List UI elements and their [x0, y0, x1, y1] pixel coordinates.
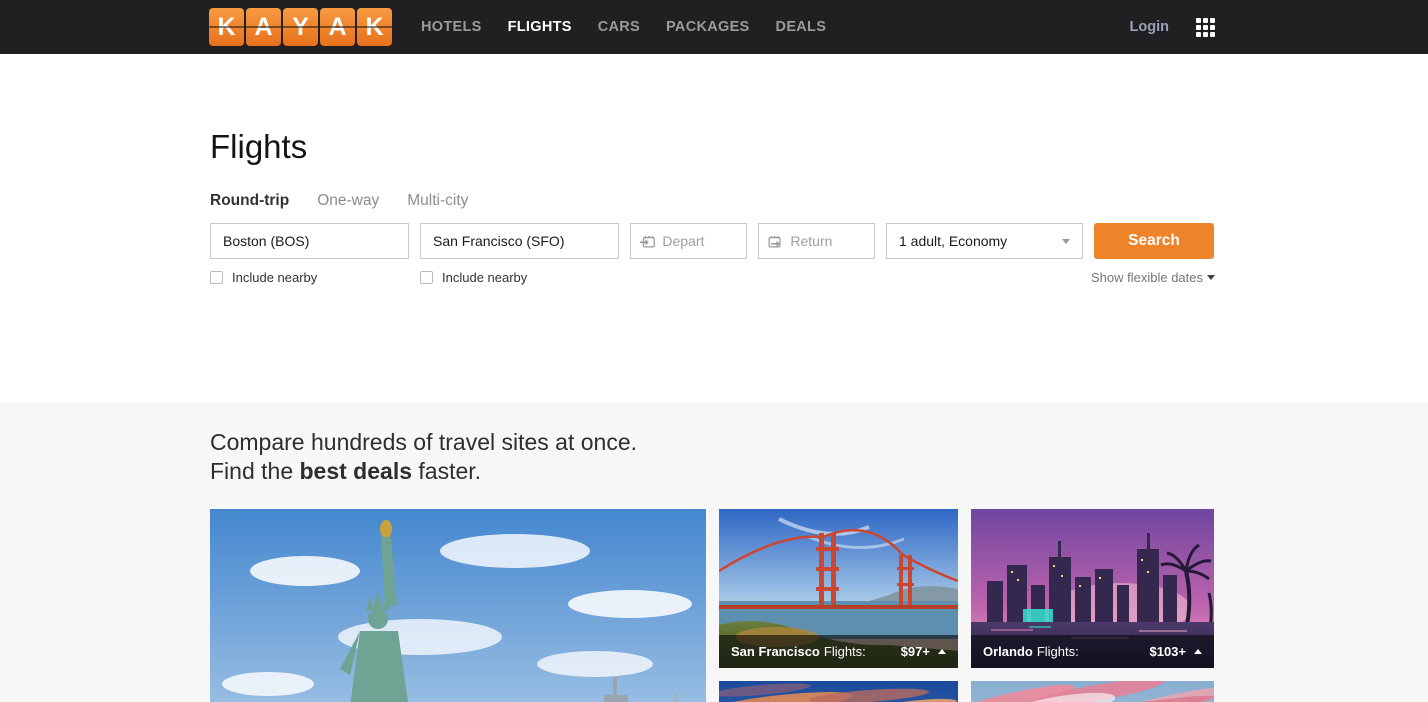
logo-letter-tile: A: [246, 8, 281, 46]
chevron-down-icon: [1062, 239, 1070, 244]
page-title: Flights: [210, 54, 1215, 166]
sunset-sky-photo: [719, 681, 958, 702]
return-date-input[interactable]: [790, 233, 865, 249]
nav-item-cars[interactable]: CARS: [598, 19, 640, 35]
primary-nav: HOTELS FLIGHTS CARS PACKAGES DEALS: [421, 19, 826, 35]
flight-search-section: Flights Round-trip One-way Multi-city: [0, 54, 1428, 403]
show-flexible-dates-link[interactable]: Show flexible dates: [1091, 270, 1215, 285]
login-button[interactable]: Login: [1130, 19, 1169, 35]
deals-section: Compare hundreds of travel sites at once…: [0, 403, 1428, 702]
promo-headline-line1: Compare hundreds of travel sites at once…: [210, 428, 1215, 457]
promo-headline-line2: Find the best deals faster.: [210, 457, 1215, 486]
destination-tile-large[interactable]: [210, 509, 706, 702]
destination-include-nearby: Include nearby: [420, 270, 630, 285]
destination-card-partial-left[interactable]: [719, 681, 958, 702]
price-trend-up-icon: [1194, 649, 1202, 654]
logo-letter-tile: K: [209, 8, 244, 46]
new-york-photo: [210, 509, 706, 702]
destination-input[interactable]: [420, 223, 619, 259]
destination-tiles: San Francisco Flights: $97+: [210, 509, 1215, 702]
nav-item-packages[interactable]: PACKAGES: [666, 19, 750, 35]
destination-nearby-label: Include nearby: [442, 270, 527, 285]
destination-card-partial-right[interactable]: [971, 681, 1214, 702]
calendar-depart-icon: [640, 233, 655, 250]
tile-label: Flights:: [824, 644, 866, 659]
search-options-row: Include nearby Include nearby Show flexi…: [210, 270, 1215, 285]
nav-item-hotels[interactable]: HOTELS: [421, 19, 482, 35]
calendar-return-icon: [768, 233, 783, 250]
tile-caption: Orlando Flights: $103+: [971, 635, 1214, 668]
return-date-field[interactable]: [758, 223, 875, 259]
navbar-right: Login: [1130, 18, 1428, 37]
logo-letter-tile: A: [320, 8, 355, 46]
origin-nearby-checkbox[interactable]: [210, 271, 223, 284]
nav-item-deals[interactable]: DEALS: [776, 19, 827, 35]
tile-price: $103+: [1149, 644, 1186, 659]
travelers-cabin-value: 1 adult, Economy: [899, 233, 1007, 249]
apps-grid-icon[interactable]: [1196, 18, 1215, 37]
travelers-cabin-select[interactable]: 1 adult, Economy: [886, 223, 1083, 259]
logo-letter-tile: K: [357, 8, 392, 46]
destination-card-san-francisco[interactable]: San Francisco Flights: $97+: [719, 509, 958, 668]
search-form: 1 adult, Economy Search: [210, 223, 1215, 259]
destination-tiles-grid: San Francisco Flights: $97+: [719, 509, 1214, 702]
depart-date-input[interactable]: [662, 233, 737, 249]
pink-clouds-photo: [971, 681, 1214, 702]
tab-one-way[interactable]: One-way: [317, 192, 379, 210]
depart-date-field[interactable]: [630, 223, 747, 259]
destination-card-orlando[interactable]: Orlando Flights: $103+: [971, 509, 1214, 668]
top-navbar: K A Y A K HOTELS FLIGHTS CARS PACKAGES D…: [0, 0, 1428, 54]
caret-down-icon: [1207, 275, 1215, 280]
origin-input[interactable]: [210, 223, 409, 259]
search-button[interactable]: Search: [1094, 223, 1214, 259]
tile-caption: San Francisco Flights: $97+: [719, 635, 958, 668]
logo-letter-tile: Y: [283, 8, 318, 46]
tile-city: Orlando: [983, 644, 1033, 659]
trip-type-tabs: Round-trip One-way Multi-city: [210, 192, 1215, 210]
tile-price: $97+: [901, 644, 930, 659]
flexible-dates-label: Show flexible dates: [1091, 270, 1203, 285]
tile-label: Flights:: [1037, 644, 1079, 659]
kayak-logo[interactable]: K A Y A K: [209, 8, 392, 46]
origin-nearby-label: Include nearby: [232, 270, 317, 285]
origin-include-nearby: Include nearby: [210, 270, 420, 285]
tile-city: San Francisco: [731, 644, 820, 659]
nav-item-flights[interactable]: FLIGHTS: [508, 19, 572, 35]
tab-multi-city[interactable]: Multi-city: [407, 192, 468, 210]
tab-round-trip[interactable]: Round-trip: [210, 192, 289, 210]
destination-nearby-checkbox[interactable]: [420, 271, 433, 284]
price-trend-up-icon: [938, 649, 946, 654]
